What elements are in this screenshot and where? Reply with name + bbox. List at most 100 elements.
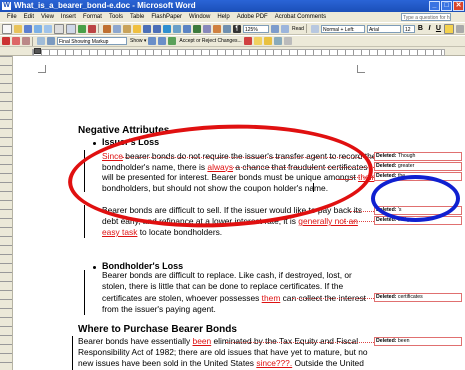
open-folder-icon[interactable] bbox=[14, 24, 22, 33]
help-icon[interactable] bbox=[271, 24, 279, 33]
read-icon[interactable] bbox=[281, 24, 289, 33]
font-size-select[interactable]: 12 bbox=[402, 24, 415, 33]
text-line: Responsibility Act of 1982; there are ol… bbox=[78, 347, 368, 357]
reject-change-icon[interactable] bbox=[243, 37, 252, 45]
minimize-button[interactable]: _ bbox=[429, 1, 440, 11]
undo-icon[interactable] bbox=[143, 24, 151, 33]
next-change-icon[interactable] bbox=[158, 37, 167, 45]
text-line: from the issuer's paying agent. bbox=[102, 304, 216, 314]
horizontal-ruler[interactable] bbox=[0, 47, 465, 56]
menu-item[interactable]: File bbox=[7, 14, 17, 20]
previous-change-icon[interactable] bbox=[148, 37, 157, 45]
balloon-text: Though bbox=[397, 153, 416, 159]
inserted-text: easy task bbox=[102, 227, 138, 237]
zoom-select[interactable]: 125% bbox=[243, 24, 269, 33]
align-left-icon[interactable] bbox=[443, 23, 454, 34]
menu-item[interactable]: Table bbox=[130, 14, 144, 20]
balloon-leader bbox=[344, 221, 374, 222]
text-line: new issues have been sold in the United … bbox=[78, 358, 364, 368]
flashpaper-export-icon[interactable] bbox=[47, 37, 55, 45]
underline-button[interactable]: U bbox=[435, 25, 442, 32]
insert-comment-icon[interactable] bbox=[253, 37, 262, 45]
document-map-icon[interactable] bbox=[223, 24, 231, 33]
columns-icon[interactable] bbox=[203, 24, 211, 33]
align-center-icon[interactable] bbox=[455, 24, 464, 33]
text-line: easy task to locate bondholders. bbox=[102, 227, 222, 237]
inserted-text: since???. bbox=[256, 358, 293, 368]
print-preview-icon[interactable] bbox=[66, 23, 76, 34]
email-icon[interactable] bbox=[44, 24, 52, 33]
excel-icon[interactable] bbox=[193, 24, 201, 33]
adobe-pdf-icon[interactable] bbox=[2, 37, 10, 45]
italic-button[interactable]: I bbox=[426, 25, 433, 32]
menu-item[interactable]: View bbox=[41, 14, 54, 20]
flashpaper-icon[interactable] bbox=[37, 37, 45, 45]
vertical-ruler[interactable] bbox=[0, 56, 13, 370]
show-menu-button[interactable]: Show ▾ bbox=[130, 38, 146, 44]
balloon-label: Deleted: bbox=[376, 294, 397, 300]
balloon-label: Deleted: bbox=[376, 338, 397, 344]
bold-button[interactable]: B bbox=[417, 25, 424, 32]
read-button[interactable]: Read bbox=[292, 26, 304, 32]
hyperlink-icon[interactable] bbox=[163, 24, 171, 33]
change-bar bbox=[84, 270, 85, 315]
styles-icon[interactable] bbox=[310, 24, 319, 33]
text-run: stolen, there is little that can be done… bbox=[102, 281, 344, 292]
format-painter-icon[interactable] bbox=[133, 24, 141, 33]
word-app-icon[interactable]: W bbox=[2, 2, 11, 10]
font-select[interactable]: Arial bbox=[366, 24, 401, 33]
pdf-email-icon[interactable] bbox=[12, 37, 20, 45]
menu-item[interactable]: Edit bbox=[24, 14, 34, 20]
drawing-icon[interactable] bbox=[213, 24, 221, 33]
text-run: certificates are stolen, whoever possess… bbox=[102, 292, 262, 303]
accept-reject-button[interactable]: Accept or Reject Changes... bbox=[179, 38, 241, 44]
highlight-icon[interactable] bbox=[263, 37, 272, 45]
menu-item[interactable]: Format bbox=[83, 14, 102, 20]
copy-icon[interactable] bbox=[113, 24, 121, 33]
page-corner-mark bbox=[38, 65, 46, 73]
close-button[interactable]: ✕ bbox=[453, 1, 464, 11]
track-changes-icon[interactable] bbox=[273, 37, 282, 45]
menu-item[interactable]: Tools bbox=[109, 14, 123, 20]
print-icon[interactable] bbox=[54, 23, 64, 34]
text-run: from the issuer's paying agent. bbox=[102, 303, 216, 314]
deleted-balloon[interactable]: Deleted: greater bbox=[374, 162, 462, 171]
toolbar-separator bbox=[305, 24, 307, 33]
menu-item[interactable]: Window bbox=[189, 14, 210, 20]
pdf-review-icon[interactable] bbox=[22, 37, 30, 45]
permission-icon[interactable] bbox=[34, 24, 42, 33]
indent-marker[interactable] bbox=[34, 48, 41, 54]
deleted-balloon[interactable]: Deleted: certificates bbox=[374, 293, 462, 302]
reviewing-pane-icon[interactable] bbox=[283, 37, 292, 45]
accept-change-icon[interactable] bbox=[168, 37, 177, 45]
spelling-icon[interactable] bbox=[78, 24, 86, 33]
tables-borders-icon[interactable] bbox=[173, 24, 181, 33]
standard-toolbar: ¶ 125% Read Normal + Left: Arial 12 B I … bbox=[0, 22, 465, 35]
text-run: to locate bondholders. bbox=[137, 227, 223, 237]
research-icon[interactable] bbox=[88, 24, 96, 33]
deleted-balloon[interactable]: Deleted: Though bbox=[374, 152, 462, 161]
menu-item[interactable]: FlashPaper bbox=[151, 14, 182, 20]
save-icon[interactable] bbox=[24, 24, 32, 33]
title-bar: W What_is_a_bearer_bond-e.doc - Microsof… bbox=[0, 0, 465, 12]
show-hide-icon[interactable]: ¶ bbox=[233, 24, 241, 33]
style-select[interactable]: Normal + Left: bbox=[320, 24, 365, 33]
text-run: Bearer bonds have essentially bbox=[78, 336, 193, 346]
paste-icon[interactable] bbox=[123, 24, 131, 33]
inserted-text: them bbox=[261, 292, 281, 303]
help-search-input[interactable]: Type a question for help bbox=[401, 13, 451, 21]
display-for-review-select[interactable]: Final Showing Markup bbox=[57, 37, 127, 45]
menu-item[interactable]: Help bbox=[217, 14, 229, 20]
maximize-button[interactable]: □ bbox=[441, 1, 452, 11]
insert-table-icon[interactable] bbox=[183, 24, 191, 33]
cut-icon[interactable] bbox=[103, 24, 111, 33]
menu-item[interactable]: Acrobat Comments bbox=[275, 14, 326, 20]
inserted-text: been bbox=[192, 336, 212, 346]
redo-icon[interactable] bbox=[153, 24, 161, 33]
menu-item[interactable]: Adobe PDF bbox=[237, 14, 268, 20]
new-document-icon[interactable] bbox=[2, 23, 12, 34]
deleted-balloon[interactable]: Deleted: been bbox=[374, 337, 462, 346]
balloon-label: Deleted: bbox=[376, 163, 397, 169]
balloon-text: been bbox=[397, 338, 410, 344]
menu-item[interactable]: Insert bbox=[61, 14, 76, 20]
